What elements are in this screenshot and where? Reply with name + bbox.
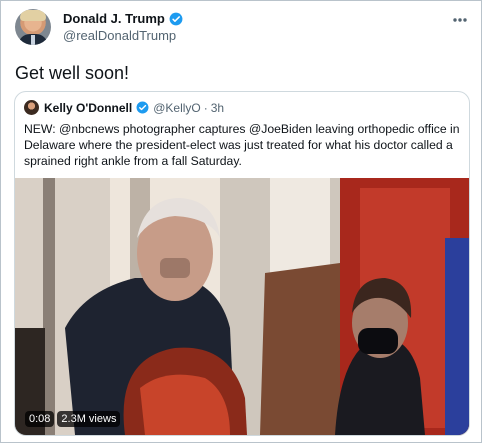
video-duration: 0:08 [25,411,55,427]
quoted-author-name[interactable]: Kelly O'Donnell [44,101,132,115]
quoted-tweet-text: NEW: @nbcnews photographer captures @Joe… [24,122,460,168]
quoted-tweet[interactable]: Kelly O'Donnell @KellyO · 3h NEW: @nbcne… [14,91,470,436]
quoted-tweet-header: Kelly O'Donnell @KellyO · 3h [24,100,224,115]
tweet-card[interactable]: Donald J. Trump @realDonaldTrump Get wel… [0,0,482,443]
verified-badge-icon [136,101,149,114]
quoted-author-avatar[interactable] [24,100,39,115]
author-handle[interactable]: @realDonaldTrump [63,28,176,43]
separator-dot: · [203,100,208,115]
tweet-text: Get well soon! [15,63,130,83]
avatar-hair [20,10,46,21]
quoted-tweet-time[interactable]: 3h [211,101,224,115]
video-frame-image [15,178,469,435]
video-player[interactable]: 0:08 2.3M views [15,178,469,435]
avatar-tie [31,35,35,45]
author-name-row: Donald J. Trump [63,11,183,26]
more-dots-icon [453,18,467,22]
author-avatar[interactable] [15,9,51,45]
video-info-badge: 0:08 2.3M views [25,411,121,427]
quoted-author-handle[interactable]: @KellyO [153,101,201,115]
verified-badge-icon [169,12,183,25]
more-options-icon[interactable] [453,11,467,26]
author-name[interactable]: Donald J. Trump [63,11,165,26]
video-views: 2.3M views [57,411,121,427]
